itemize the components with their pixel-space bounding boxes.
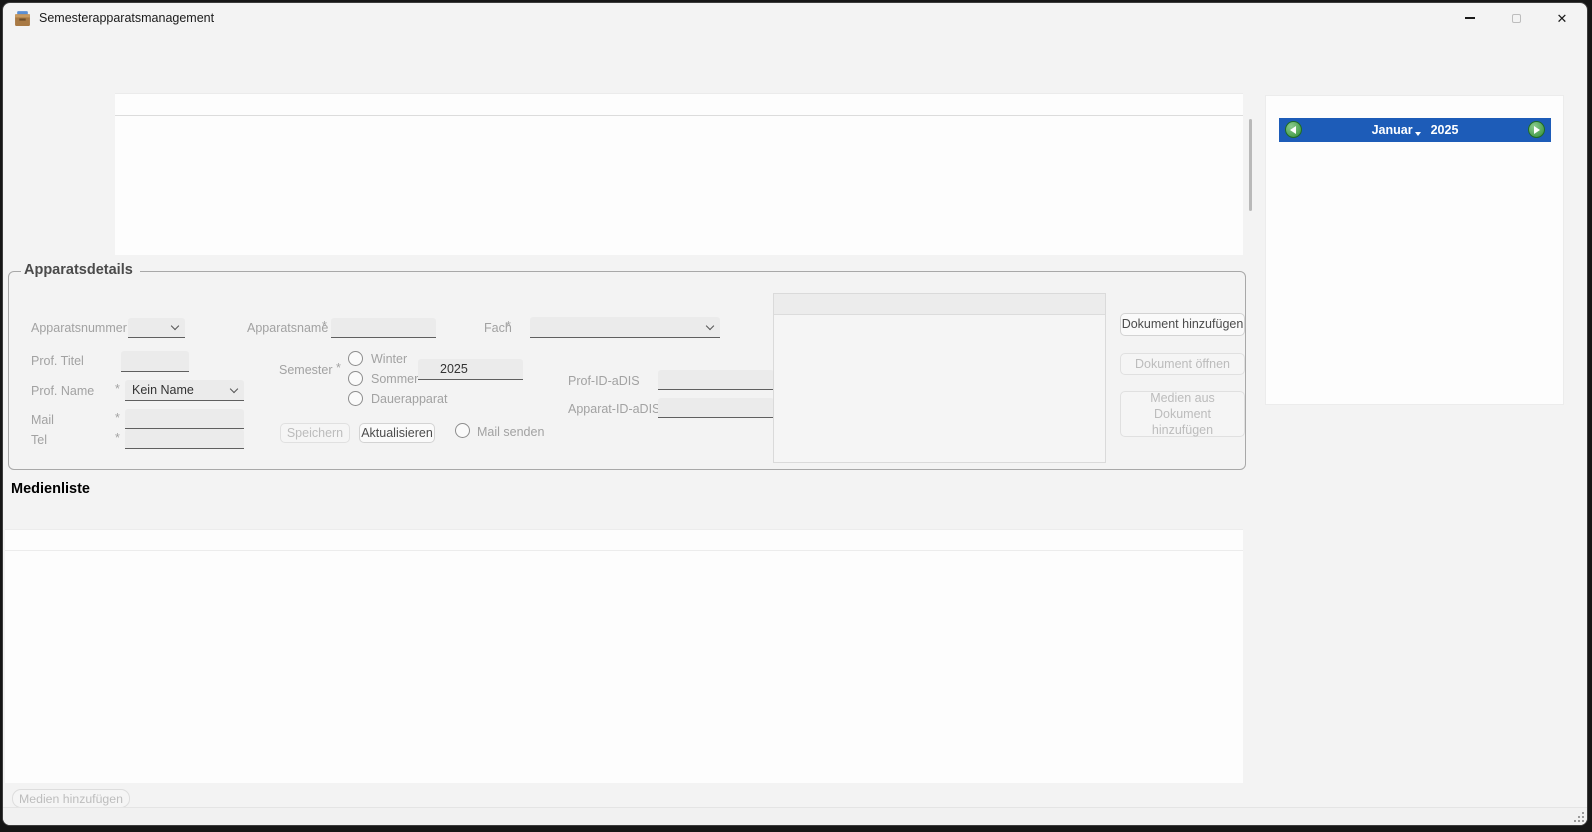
calendar-prev-button[interactable] <box>1285 121 1302 138</box>
medienliste-title: Medienliste <box>11 481 90 497</box>
title-bar: Semesterapparatsmanagement ✕ <box>3 3 1587 33</box>
app-icon <box>14 10 31 27</box>
semester-label: Semester <box>279 363 333 377</box>
apparatsname-input[interactable] <box>331 318 436 338</box>
aktualisieren-button[interactable]: Aktualisieren <box>359 423 435 443</box>
calendar-year: 2025 <box>1431 123 1459 137</box>
calendar-header: Januar 2025 <box>1279 118 1551 142</box>
calendar-month-year[interactable]: Januar 2025 <box>1372 123 1459 137</box>
chevron-down-icon <box>230 384 238 392</box>
chevron-down-icon <box>706 321 714 329</box>
prof-titel-label: Prof. Titel <box>31 354 84 368</box>
sommer-radio[interactable] <box>348 371 363 386</box>
semester-required-marker: * <box>336 361 341 375</box>
apparatsnummer-label: Apparatsnummer <box>31 321 127 335</box>
groupbox-title: Apparatsdetails <box>21 262 140 278</box>
prof-id-adis-input[interactable] <box>658 370 774 390</box>
desktop-background: Semesterapparatsmanagement ✕ Januar 2025 <box>0 0 1592 832</box>
mail-label: Mail <box>31 413 54 427</box>
arrow-right-icon <box>1534 126 1540 134</box>
winter-radio[interactable] <box>348 351 363 366</box>
arrow-left-icon <box>1290 126 1296 134</box>
apps-table <box>115 93 1243 255</box>
speichern-button[interactable]: Speichern <box>280 423 350 443</box>
prof-name-label: Prof. Name <box>31 384 94 398</box>
dokument-hinzufuegen-button[interactable]: Dokument hinzufügen <box>1120 313 1245 336</box>
maximize-button[interactable] <box>1493 3 1539 33</box>
mail-required-marker: * <box>115 411 120 425</box>
close-icon: ✕ <box>1557 12 1568 25</box>
dokument-oeffnen-button[interactable]: Dokument öffnen <box>1120 353 1245 375</box>
apps-table-header <box>115 94 1243 116</box>
documents-table <box>773 293 1106 463</box>
calendar-month: Januar <box>1372 123 1413 137</box>
dauerapparat-radio-label: Dauerapparat <box>371 392 447 406</box>
fach-required-marker: * <box>506 319 511 333</box>
minimize-icon <box>1465 17 1475 19</box>
medienliste-header <box>5 530 1243 551</box>
medien-aus-dokument-button[interactable]: Medien aus Dokument hinzufügen <box>1120 391 1245 437</box>
medienliste-table <box>5 529 1243 783</box>
prof-name-required-marker: * <box>115 382 120 396</box>
minimize-button[interactable] <box>1447 3 1493 33</box>
status-bar <box>3 807 1587 825</box>
fach-select[interactable] <box>530 317 720 338</box>
mail-senden-checkbox[interactable] <box>455 423 470 438</box>
calendar-next-button[interactable] <box>1528 121 1545 138</box>
close-button[interactable]: ✕ <box>1539 3 1585 33</box>
mail-input[interactable] <box>125 409 244 429</box>
apparatsname-label: Apparatsname <box>247 321 328 335</box>
resize-grip-icon[interactable] <box>1572 810 1584 822</box>
calendar: Januar 2025 <box>1279 118 1551 175</box>
tel-label: Tel <box>31 433 47 447</box>
maximize-icon <box>1512 14 1521 23</box>
app-window: Semesterapparatsmanagement ✕ Januar 2025 <box>2 2 1588 826</box>
tel-required-marker: * <box>115 431 120 445</box>
window-controls: ✕ <box>1447 3 1585 33</box>
mail-senden-label: Mail senden <box>477 425 544 439</box>
medienliste-body <box>5 551 1243 783</box>
tel-input[interactable] <box>125 429 244 449</box>
semester-year-input[interactable]: 2025 <box>418 359 523 380</box>
window-title: Semesterapparatsmanagement <box>39 11 214 25</box>
prof-titel-input[interactable] <box>121 351 189 372</box>
apps-table-scrollbar[interactable] <box>1249 119 1252 211</box>
apparat-id-adis-input[interactable] <box>658 398 774 418</box>
chevron-down-icon <box>1415 132 1421 136</box>
prof-id-adis-label: Prof-ID-aDIS <box>568 374 640 388</box>
apparat-id-adis-label: Apparat-ID-aDIS <box>568 402 660 416</box>
prof-name-select[interactable]: Kein Name <box>125 380 244 401</box>
calendar-weekday-row <box>1279 144 1551 174</box>
sommer-radio-label: Sommer <box>371 372 418 386</box>
dauerapparat-radio[interactable] <box>348 391 363 406</box>
apparatsnummer-select[interactable] <box>128 318 185 338</box>
documents-table-header <box>774 294 1105 315</box>
medien-hinzufuegen-button[interactable]: Medien hinzufügen <box>12 789 130 808</box>
winter-radio-label: Winter <box>371 352 407 366</box>
chevron-down-icon <box>171 322 179 330</box>
apparatsname-required-marker: * <box>322 319 327 333</box>
